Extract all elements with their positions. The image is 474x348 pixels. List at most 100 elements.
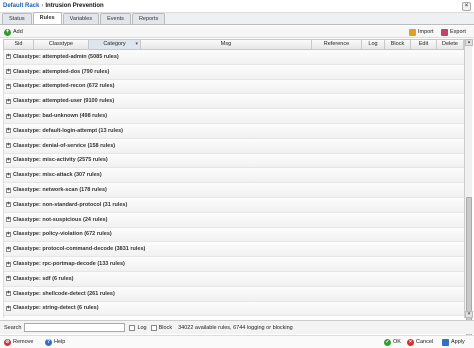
tab-variables[interactable]: Variables [62, 13, 100, 24]
expand-icon[interactable]: + [6, 246, 11, 252]
column-msg[interactable]: Msg [141, 40, 312, 49]
group-label: Classtype: attempted-admin (5085 rules) [13, 53, 119, 60]
export-button[interactable]: Export [441, 27, 466, 37]
plus-icon: + [4, 28, 11, 36]
block-checkbox[interactable] [150, 324, 157, 331]
expand-icon[interactable]: + [6, 187, 11, 193]
group-label: Classtype: bad-unknown (498 rules) [13, 113, 108, 120]
scroll-down-icon[interactable]: ▾ [465, 311, 473, 318]
expand-icon[interactable]: + [6, 217, 11, 223]
log-checkbox[interactable] [129, 324, 136, 331]
import-button[interactable]: Import [409, 27, 434, 37]
help-button[interactable]: ? Help [45, 337, 65, 347]
import-icon [409, 28, 416, 36]
help-icon: ? [45, 338, 52, 346]
group-label: Classtype: sdf (6 rules) [13, 275, 74, 282]
group-row[interactable]: + Classtype: attempted-recon (672 rules) [4, 79, 464, 95]
vertical-scrollbar[interactable]: ▴ ▾ [464, 39, 473, 348]
search-label: Search [4, 324, 22, 331]
scroll-up-icon[interactable]: ▴ [465, 39, 473, 46]
grid-header: Sid Classtype Category ▾ Msg Reference L… [3, 39, 464, 50]
column-log[interactable]: Log [362, 40, 385, 49]
group-row[interactable]: + Classtype: default-login-attempt (13 ru… [4, 123, 464, 139]
apply-label: Apply [451, 339, 465, 345]
ok-button[interactable]: ✓ OK [384, 337, 401, 347]
log-checkbox-label: Log [137, 324, 147, 331]
group-label: Classtype: non-standard-protocol (31 rul… [13, 201, 128, 208]
add-button[interactable]: + Add [4, 27, 23, 37]
footer: ⊘ Remove ? Help ✓ OK × Cancel Apply [0, 335, 474, 348]
tab-rules[interactable]: Rules [32, 12, 62, 24]
group-row[interactable]: + Classtype: bad-unknown (498 rules) [4, 109, 464, 124]
column-category[interactable]: Category ▾ [89, 40, 141, 49]
toolbar: + Add Import Export [0, 26, 474, 38]
sort-caret-icon: ▾ [135, 41, 138, 47]
group-row[interactable]: + Classtype: attempted-user (9100 rules) [4, 94, 464, 110]
column-classtype[interactable]: Classtype [34, 40, 89, 49]
group-row[interactable]: + Classtype: attempted-admin (5085 rules) [4, 50, 464, 65]
group-row[interactable]: + Classtype: sdf (6 rules) [4, 271, 464, 287]
group-row[interactable]: + Classtype: shellcode-detect (261 rules) [4, 286, 464, 302]
group-label: Classtype: rpc-portmap-decode (133 rules… [13, 261, 125, 268]
group-row[interactable]: + Classtype: not-suspicious (24 rules) [4, 212, 464, 228]
column-edit[interactable]: Edit [411, 40, 437, 49]
expand-icon[interactable]: + [6, 69, 11, 75]
expand-icon[interactable]: + [6, 143, 11, 149]
group-label: Classtype: attempted-dos (790 rules) [13, 68, 110, 75]
block-checkbox-label: Block [158, 324, 173, 331]
breadcrumb-separator: › [41, 3, 44, 9]
group-row[interactable]: + Classtype: network-scan (178 rules) [4, 183, 464, 198]
expand-icon[interactable]: + [6, 305, 11, 311]
column-sid[interactable]: Sid [4, 40, 34, 49]
column-category-label: Category [103, 41, 126, 47]
expand-icon[interactable]: + [6, 83, 11, 89]
group-row[interactable]: + Classtype: string-detect (6 rules) [4, 301, 464, 317]
column-delete[interactable]: Delete [437, 40, 463, 49]
expand-icon[interactable]: + [6, 172, 11, 178]
breadcrumb-root[interactable]: Default Rack [3, 3, 39, 9]
apply-button[interactable]: Apply [442, 337, 465, 347]
title-bar: Default Rack › Intrusion Prevention × [0, 0, 474, 13]
search-input[interactable] [24, 323, 126, 332]
group-row[interactable]: + Classtype: policy-violation (672 rules) [4, 227, 464, 243]
apply-icon [442, 338, 449, 346]
expand-icon[interactable]: + [6, 157, 11, 163]
tab-bar: Status Rules Variables Events Reports [0, 12, 474, 25]
tab-events[interactable]: Events [100, 13, 131, 24]
expand-icon[interactable]: + [6, 291, 11, 297]
remove-button[interactable]: ⊘ Remove [4, 337, 33, 347]
status-bar: Search Log Block 34022 available rules, … [0, 320, 474, 334]
group-label: Classtype: misc-activity (2575 rules) [13, 157, 108, 164]
tab-status[interactable]: Status [2, 13, 32, 24]
group-label: Classtype: network-scan (178 rules) [13, 187, 107, 194]
cancel-label: Cancel [416, 339, 434, 345]
group-row[interactable]: + Classtype: non-standard-protocol (31 ru… [4, 197, 464, 213]
expand-icon[interactable]: + [6, 202, 11, 208]
expand-icon[interactable]: + [6, 276, 11, 282]
group-row[interactable]: + Classtype: attempted-dos (790 rules) [4, 64, 464, 80]
expand-icon[interactable]: + [6, 261, 11, 267]
group-row[interactable]: + Classtype: misc-activity (2575 rules) [4, 153, 464, 169]
grid-body: + Classtype: attempted-admin (5085 rules)… [3, 50, 464, 318]
expand-icon[interactable]: + [6, 231, 11, 237]
export-icon [441, 28, 448, 36]
expand-icon[interactable]: + [6, 98, 11, 104]
column-reference[interactable]: Reference [312, 40, 362, 49]
ok-label: OK [393, 339, 401, 345]
add-label: Add [13, 29, 23, 35]
group-row[interactable]: + Classtype: protocol-command-decode (383… [4, 242, 464, 258]
tab-reports[interactable]: Reports [131, 13, 166, 24]
cancel-button[interactable]: × Cancel [407, 337, 433, 347]
group-row[interactable]: + Classtype: denial-of-service (158 rules… [4, 138, 464, 154]
group-row[interactable]: + Classtype: rpc-portmap-decode (133 rule… [4, 257, 464, 272]
expand-icon[interactable]: + [6, 54, 11, 60]
column-block[interactable]: Block [385, 40, 411, 49]
expand-icon[interactable]: + [6, 128, 11, 134]
group-row[interactable]: + Classtype: misc-attack (307 rules) [4, 168, 464, 184]
group-label: Classtype: attempted-user (9100 rules) [13, 98, 115, 105]
ok-icon: ✓ [384, 338, 391, 346]
group-label: Classtype: default-login-attempt (13 rul… [13, 127, 124, 134]
expand-icon[interactable]: + [6, 113, 11, 119]
group-label: Classtype: not-suspicious (24 rules) [13, 216, 108, 223]
close-icon[interactable]: × [462, 2, 471, 11]
